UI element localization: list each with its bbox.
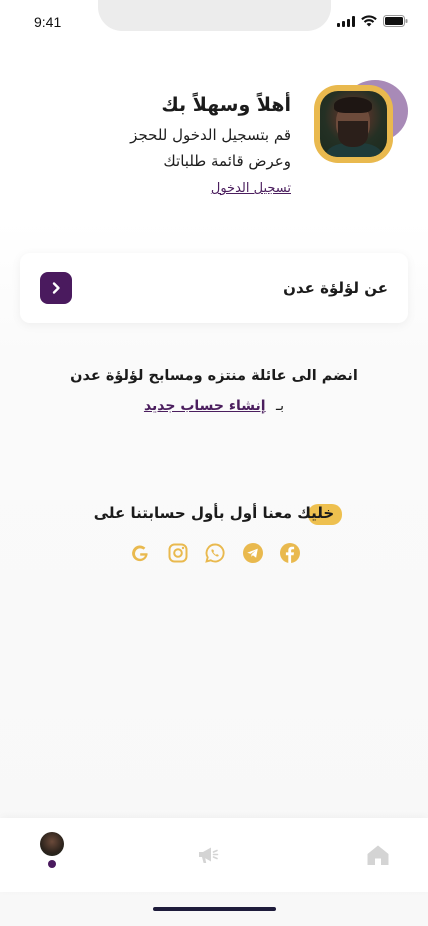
megaphone-icon	[199, 847, 219, 863]
nav-home[interactable]	[366, 844, 390, 870]
whatsapp-icon[interactable]	[204, 542, 226, 564]
about-arrow-button[interactable]	[40, 272, 72, 304]
wifi-icon	[361, 15, 377, 27]
social-title-text: خليك معنا أول بأول حسابتنا على	[93, 504, 335, 522]
social-icons	[129, 541, 301, 565]
join-text: انضم الى عائلة منتزه ومسابح لؤلؤة عدن	[70, 368, 358, 384]
facebook-icon[interactable]	[279, 542, 301, 564]
about-label: عن لؤلؤة عدن	[283, 279, 388, 297]
join-row: بـ إنشاء حساب جديد	[0, 398, 428, 414]
home-indicator	[153, 907, 276, 911]
signal-icon	[337, 15, 355, 27]
social-section: خليك معنا أول بأول حسابتنا على	[0, 503, 428, 525]
nav-announcements[interactable]	[197, 844, 221, 870]
device-notch	[98, 0, 331, 31]
avatar-frame	[314, 85, 393, 163]
app-screen: 9:41 أهلاً وسهلاً بك قم بتسجيل الدخول لل…	[0, 0, 428, 926]
chevron-right-icon	[52, 282, 60, 294]
greeting-line-2: وعرض قائمة طلباتك	[163, 152, 291, 170]
social-title: خليك معنا أول بأول حسابتنا على	[93, 504, 343, 525]
create-account-link[interactable]: إنشاء حساب جديد	[144, 398, 266, 414]
user-avatar[interactable]	[314, 78, 410, 166]
avatar-photo	[320, 91, 387, 157]
about-card[interactable]: عن لؤلؤة عدن	[20, 253, 408, 323]
nav-active-indicator	[48, 860, 56, 868]
status-icons	[337, 15, 408, 27]
greeting-line-1: قم بتسجيل الدخول للحجز	[130, 126, 291, 144]
greeting-title: أهلاً وسهلاً بك	[161, 94, 291, 116]
telegram-icon[interactable]	[242, 542, 264, 564]
battery-icon	[383, 15, 408, 27]
login-link[interactable]: تسجيل الدخول	[211, 181, 291, 196]
nav-profile-avatar[interactable]	[40, 832, 64, 856]
instagram-icon[interactable]	[167, 542, 189, 564]
home-icon	[367, 845, 389, 865]
google-icon[interactable]	[129, 542, 151, 564]
status-time: 9:41	[34, 14, 62, 30]
bottom-nav	[0, 818, 428, 892]
join-prefix: بـ	[276, 398, 285, 414]
